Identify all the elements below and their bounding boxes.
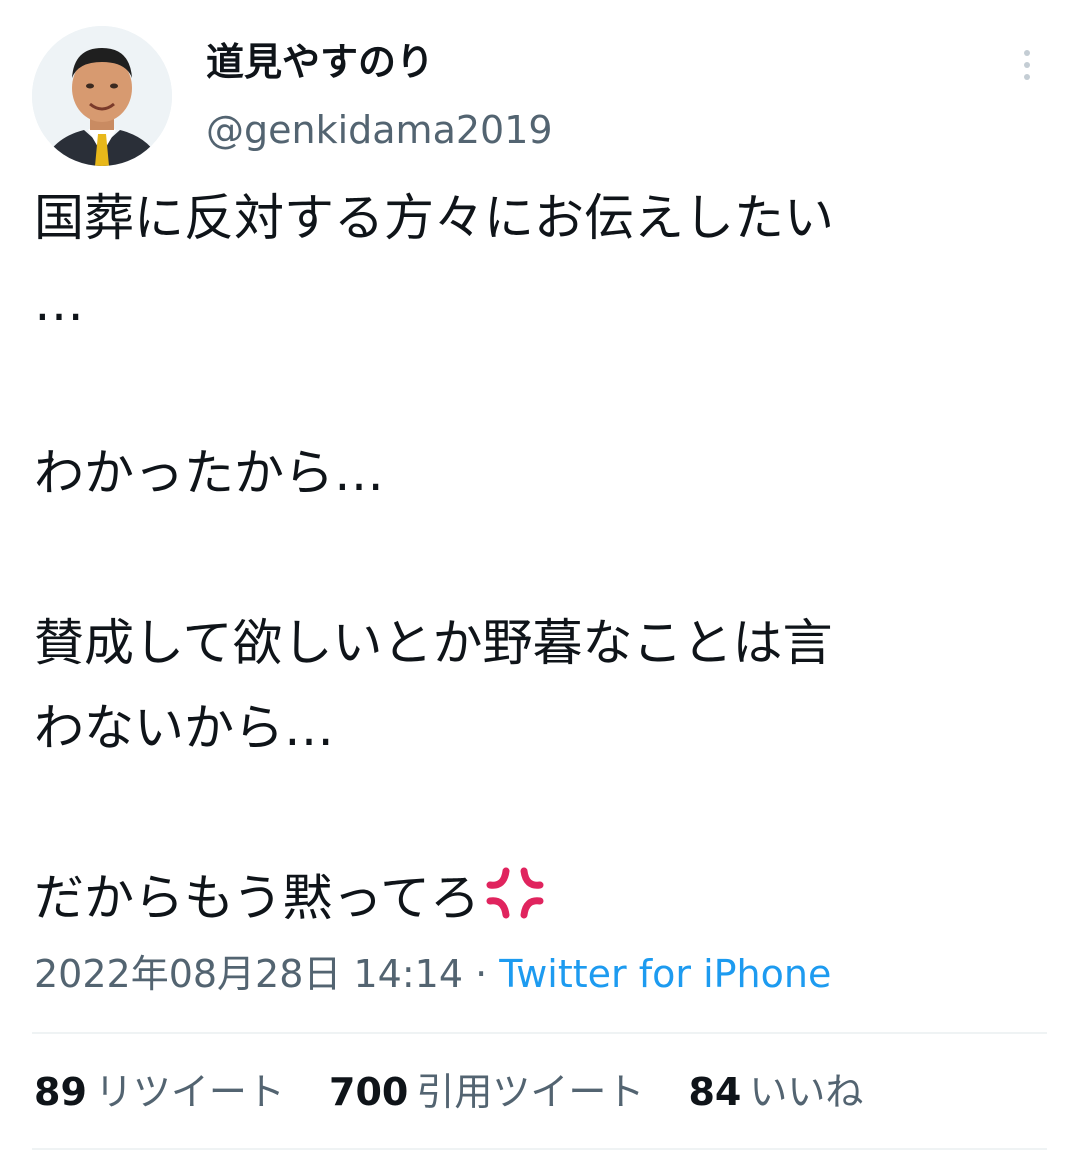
divider xyxy=(32,1032,1047,1034)
tweet-line-last: だからもう黙ってろ xyxy=(34,856,1046,941)
more-vertical-icon xyxy=(1024,50,1030,56)
like-label: いいね xyxy=(749,1070,864,1114)
tweet-detail: 道見やすのり @genkidama2019 国葬に反対する方々にお伝えしたい …… xyxy=(0,0,1077,1152)
more-dot xyxy=(1024,62,1030,68)
tweet-line xyxy=(34,516,1046,601)
profile-photo xyxy=(32,26,172,166)
anger-symbol-icon xyxy=(486,867,544,919)
display-name[interactable]: 道見やすのり xyxy=(206,34,434,90)
tweet-line: だからもう黙ってろ xyxy=(34,869,480,927)
avatar[interactable] xyxy=(32,26,172,166)
tweet-line: 国葬に反対する方々にお伝えしたい xyxy=(34,189,834,247)
tweet-line xyxy=(34,771,1046,856)
tweet-line: わないから… xyxy=(34,699,334,757)
tweet-meta: 2022年08月28日 14:14 · Twitter for iPhone xyxy=(34,946,831,1002)
divider xyxy=(32,1148,1047,1150)
tweet-text: 国葬に反対する方々にお伝えしたい … わかったから… 賛成して欲しいとか野暮なこ… xyxy=(34,176,1046,941)
likes-stat[interactable]: 84 いいね xyxy=(688,1062,863,1122)
tweet-stats: 89 リツイート 700 引用ツイート 84 いいね xyxy=(34,1062,895,1122)
more-options-button[interactable] xyxy=(1006,44,1048,86)
tweet-line xyxy=(34,346,1046,431)
retweets-stat[interactable]: 89 リツイート xyxy=(34,1062,285,1122)
quote-count: 700 xyxy=(329,1070,409,1114)
tweet-line: わかったから… xyxy=(34,444,384,502)
meta-separator: · xyxy=(475,952,488,996)
source-link[interactable]: Twitter for iPhone xyxy=(499,952,831,996)
like-count: 84 xyxy=(688,1070,742,1114)
tweet-line: 賛成して欲しいとか野暮なことは言 xyxy=(34,614,833,672)
retweet-label: リツイート xyxy=(94,1070,285,1114)
retweet-count: 89 xyxy=(34,1070,87,1114)
tweet-line: … xyxy=(34,274,84,332)
timestamp[interactable]: 2022年08月28日 14:14 xyxy=(34,952,463,996)
quotes-stat[interactable]: 700 引用ツイート xyxy=(329,1062,644,1122)
more-dot xyxy=(1024,74,1030,80)
quote-label: 引用ツイート xyxy=(416,1070,645,1114)
user-handle[interactable]: @genkidama2019 xyxy=(206,102,553,158)
